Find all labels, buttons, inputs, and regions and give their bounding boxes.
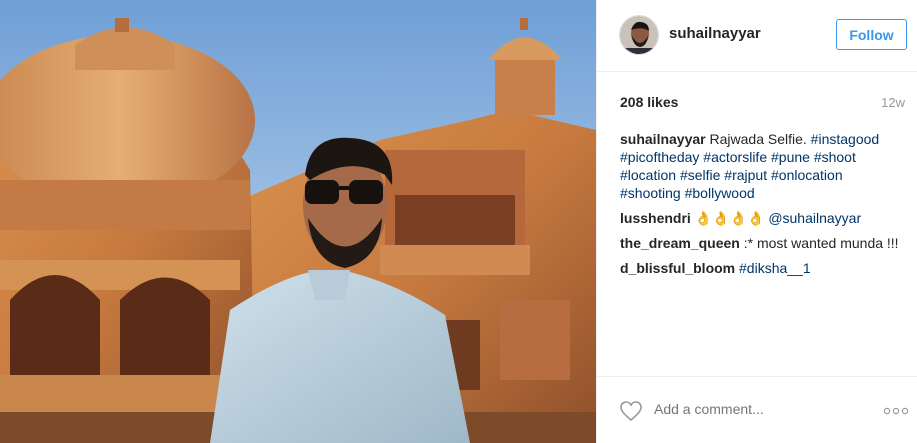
hashtag[interactable]: #instagood (811, 131, 880, 147)
hashtag[interactable]: #location (620, 167, 676, 183)
hashtag[interactable]: #diksha__1 (739, 260, 811, 276)
comment-username[interactable]: d_blissful_bloom (620, 260, 735, 276)
hashtag[interactable]: #rajput (724, 167, 767, 183)
hashtag[interactable]: #onlocation (771, 167, 843, 183)
post-timestamp[interactable]: 12w (881, 95, 905, 110)
comments-list: suhailnayyar Rajwada Selfie. #instagood … (620, 130, 902, 284)
hashtag[interactable]: #selfie (680, 167, 720, 183)
hashtag[interactable]: #bollywood (685, 185, 755, 201)
hashtag[interactable]: #shoot (814, 149, 856, 165)
post-footer (597, 376, 917, 443)
post-photo[interactable] (0, 0, 596, 443)
post-header: suhailnayyar Follow (597, 0, 917, 72)
username[interactable]: suhailnayyar (669, 25, 761, 42)
comment-mention[interactable]: @suhailnayyar (768, 210, 861, 226)
comment-item: the_dream_queen :* most wanted munda !!! (620, 234, 902, 252)
likes-count[interactable]: 208 likes (620, 94, 678, 110)
comment-item: d_blissful_bloom #diksha__1 (620, 259, 902, 277)
add-comment-input[interactable] (654, 401, 854, 417)
comment-text: 👌👌👌👌 (694, 210, 765, 226)
avatar[interactable] (619, 15, 659, 55)
post-photo-illustration (0, 0, 596, 443)
post-details-panel: suhailnayyar Follow 208 likes 12w suhail… (596, 0, 917, 443)
caption-text: Rajwada Selfie. (709, 131, 807, 147)
hashtag[interactable]: #picoftheday (620, 149, 699, 165)
follow-button[interactable]: Follow (836, 19, 907, 50)
hashtag[interactable]: #shooting (620, 185, 681, 201)
hashtag[interactable]: #pune (771, 149, 810, 165)
caption-username[interactable]: suhailnayyar (620, 131, 706, 147)
comment-item: lusshendri 👌👌👌👌 @suhailnayyar (620, 209, 902, 227)
hashtag[interactable]: #actorslife (703, 149, 767, 165)
comment-username[interactable]: lusshendri (620, 210, 691, 226)
more-options-icon[interactable] (883, 407, 909, 415)
caption: suhailnayyar Rajwada Selfie. #instagood … (620, 130, 902, 202)
heart-icon[interactable] (619, 399, 643, 423)
comment-username[interactable]: the_dream_queen (620, 235, 740, 251)
comment-text: :* most wanted munda !!! (743, 235, 899, 251)
